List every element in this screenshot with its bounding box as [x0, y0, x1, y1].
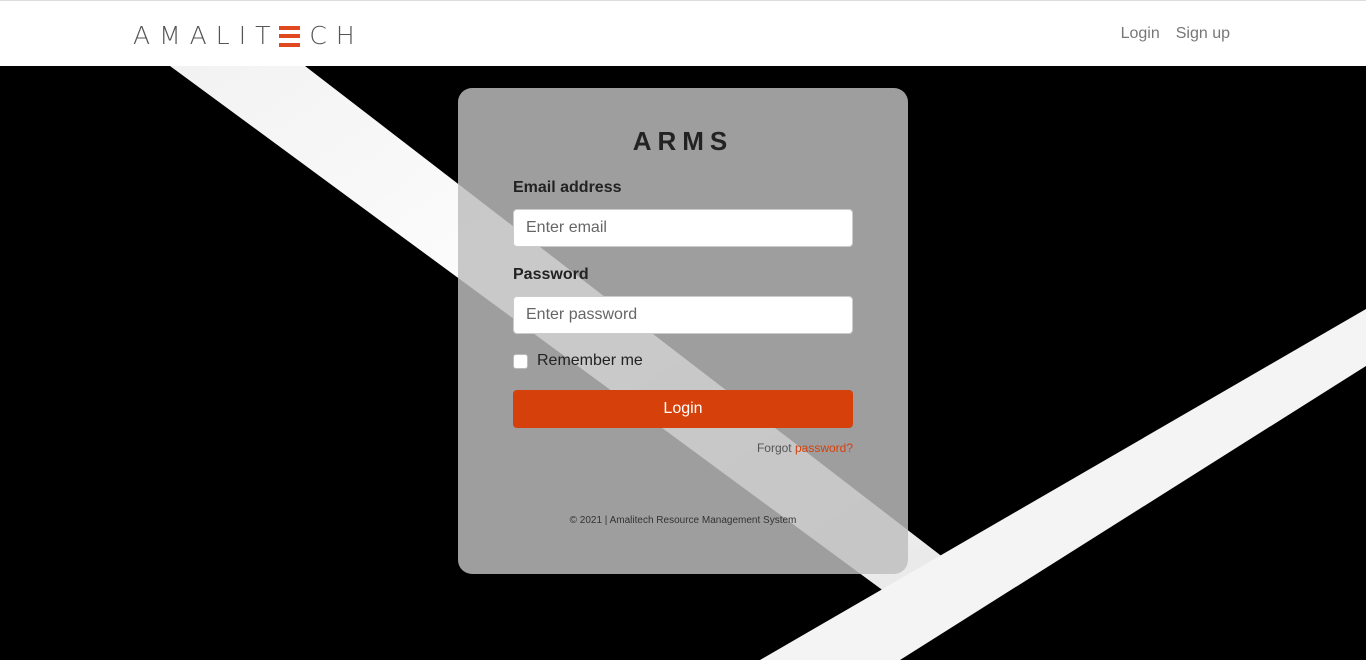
forgot-password-link[interactable]: password?	[795, 441, 853, 455]
login-card: ARMS Email address Password Remember me …	[458, 88, 908, 574]
password-input[interactable]	[513, 296, 853, 334]
top-nav: Login Sign up	[1121, 25, 1230, 43]
password-label: Password	[513, 266, 589, 283]
logo-e-mark-icon	[279, 25, 301, 47]
forgot-password-row: Forgot password?	[757, 441, 853, 455]
card-title: ARMS	[632, 126, 734, 156]
email-label: Email address	[513, 179, 622, 196]
logo-text-right: CH	[309, 21, 364, 50]
top-navbar: AMALIT CH Login Sign up	[0, 0, 1366, 66]
remember-me-label[interactable]: Remember me	[537, 352, 643, 370]
remember-me-row: Remember me	[513, 352, 643, 370]
logo-text-left: AMALIT	[133, 21, 280, 50]
login-button[interactable]: Login	[513, 390, 853, 428]
nav-login-link[interactable]: Login	[1121, 25, 1160, 43]
nav-signup-link[interactable]: Sign up	[1176, 25, 1230, 43]
amalitech-logo[interactable]: AMALIT CH	[133, 21, 364, 50]
email-input[interactable]	[513, 209, 853, 247]
copyright-footer: © 2021 | Amalitech Resource Management S…	[569, 515, 797, 526]
remember-me-checkbox[interactable]	[513, 353, 528, 369]
forgot-prefix: Forgot	[756, 441, 792, 455]
